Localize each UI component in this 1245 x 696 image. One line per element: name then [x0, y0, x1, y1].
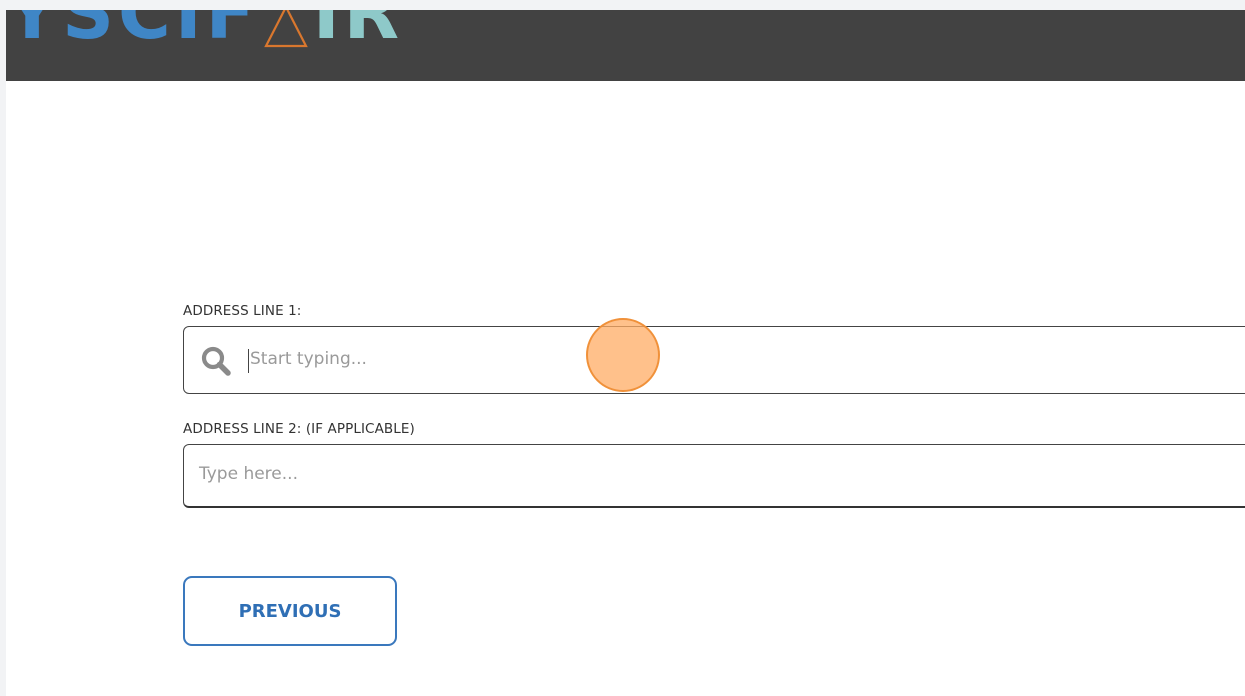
- address-line-2-label: ADDRESS LINE 2: (IF APPLICABLE): [183, 421, 415, 437]
- address-line-2-field[interactable]: Type here...: [183, 444, 1245, 508]
- page-viewport: YSCIF IR ADDRESS LINE 1: Start typing...…: [6, 10, 1245, 696]
- text-cursor: [248, 349, 249, 373]
- logo-text-right: IR: [312, 10, 404, 55]
- site-header: YSCIF IR: [6, 10, 1245, 81]
- site-logo[interactable]: YSCIF IR: [6, 10, 404, 55]
- logo-text-left: YSCIF: [6, 10, 259, 55]
- address-line-1-field[interactable]: Start typing...: [183, 326, 1245, 394]
- address-line-1-placeholder: Start typing...: [250, 349, 367, 369]
- address-line-2-placeholder: Type here...: [199, 464, 298, 484]
- search-icon: [200, 345, 234, 377]
- previous-button[interactable]: PREVIOUS: [183, 576, 397, 646]
- address-line-1-label: ADDRESS LINE 1:: [183, 303, 302, 319]
- logo-triangle-icon: [263, 10, 309, 48]
